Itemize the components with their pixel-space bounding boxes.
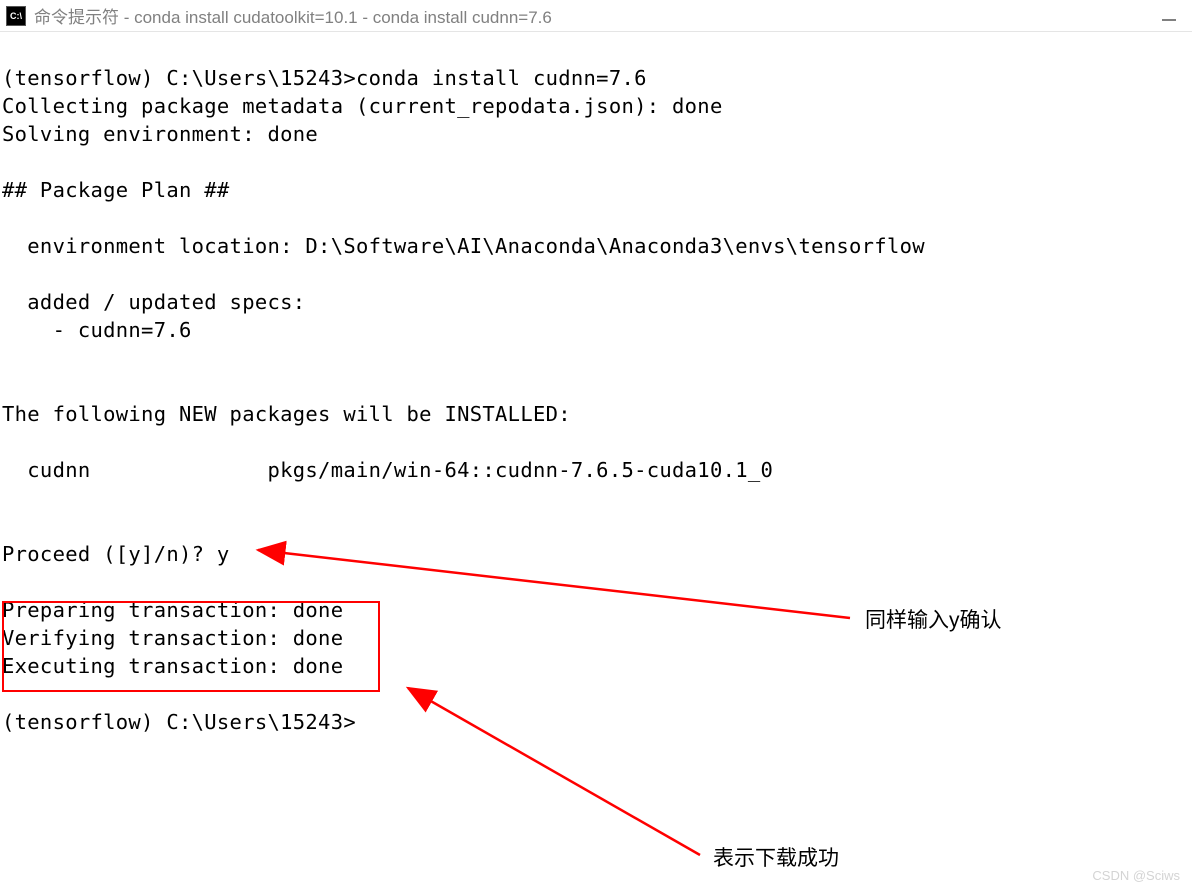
- window-titlebar: C:\ 命令提示符 - conda install cudatoolkit=10…: [0, 0, 1192, 32]
- terminal-line: Collecting package metadata (current_rep…: [2, 94, 723, 118]
- terminal-line: Verifying transaction: done: [2, 626, 343, 650]
- terminal-line: Solving environment: done: [2, 122, 318, 146]
- terminal-output: (tensorflow) C:\Users\15243>conda instal…: [0, 32, 1192, 736]
- terminal-line: Proceed ([y]/n)? y: [2, 542, 230, 566]
- terminal-line: Executing transaction: done: [2, 654, 343, 678]
- cmd-icon-text: C:\: [10, 11, 22, 21]
- terminal-line: The following NEW packages will be INSTA…: [2, 402, 571, 426]
- window-controls: [1162, 11, 1186, 21]
- terminal-line: cudnn pkgs/main/win-64::cudnn-7.6.5-cuda…: [2, 458, 773, 482]
- terminal-line: (tensorflow) C:\Users\15243>: [2, 710, 356, 734]
- terminal-line: Preparing transaction: done: [2, 598, 343, 622]
- minimize-button[interactable]: [1162, 19, 1176, 21]
- terminal-line: - cudnn=7.6: [2, 318, 192, 342]
- watermark: CSDN @Sciws: [1092, 868, 1180, 883]
- terminal-line: ## Package Plan ##: [2, 178, 230, 202]
- cmd-icon: C:\: [6, 6, 26, 26]
- terminal-line: (tensorflow) C:\Users\15243>conda instal…: [2, 66, 647, 90]
- terminal-line: environment location: D:\Software\AI\Ana…: [2, 234, 925, 258]
- terminal-line: added / updated specs:: [2, 290, 305, 314]
- window-title: 命令提示符 - conda install cudatoolkit=10.1 -…: [34, 3, 552, 28]
- annotation-label-2: 表示下载成功: [713, 842, 839, 872]
